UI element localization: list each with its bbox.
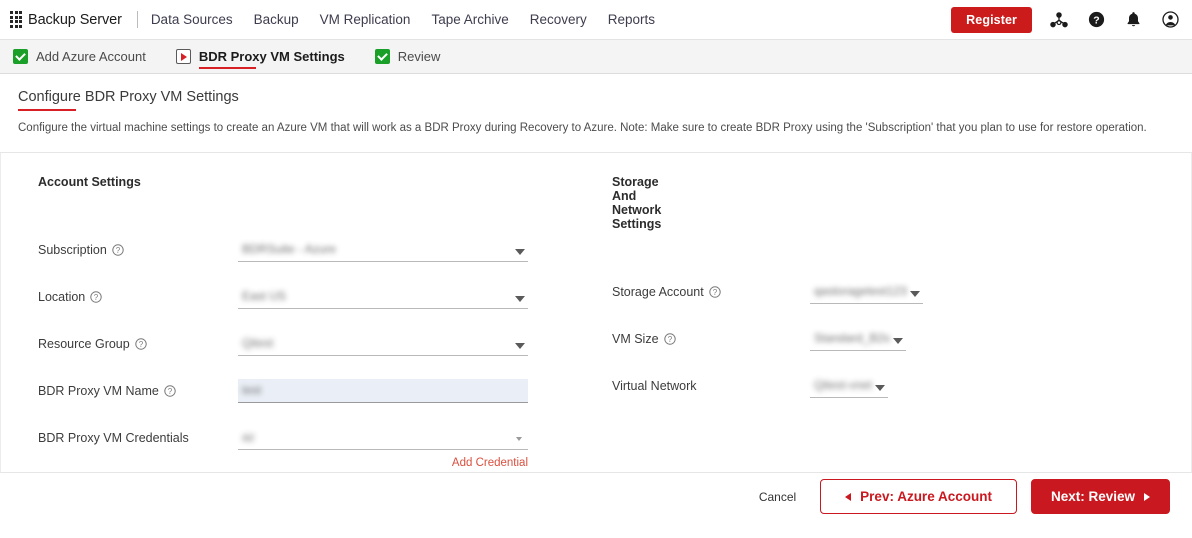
wizard-step-review[interactable]: Review [374, 40, 441, 74]
prev-azure-account-button[interactable]: Prev: Azure Account [820, 479, 1017, 515]
field-value: az [242, 430, 255, 445]
bdr-proxy-vm-credentials-select[interactable]: az [238, 426, 528, 450]
field-value: Standard_B2s [814, 331, 891, 346]
control-line: East US [238, 285, 528, 309]
brand-title: Backup Server [28, 11, 122, 28]
field-label: Storage Account ? [612, 285, 810, 304]
chevron-down-icon[interactable] [515, 342, 525, 349]
wizard-footer: Cancel Prev: Azure Account Next: Review [0, 472, 1192, 521]
nav-links: Data Sources Backup VM Replication Tape … [151, 12, 655, 27]
field-value: East US [242, 289, 287, 304]
bdr-proxy-vm-name-input[interactable]: test [238, 378, 528, 403]
play-triangle-icon [175, 49, 191, 64]
register-button[interactable]: Register [951, 6, 1032, 33]
help-icon[interactable]: ? [1086, 10, 1106, 30]
wizard-step-bar: Add Azure Account BDR Proxy VM Settings … [0, 40, 1192, 74]
wizard-step-label: Review [397, 49, 441, 64]
field-label: VM Size ? [612, 332, 810, 351]
bell-icon[interactable] [1123, 10, 1143, 30]
arrow-left-icon [845, 492, 852, 501]
wizard-step-label: Add Azure Account [36, 49, 146, 64]
users-network-icon[interactable] [1049, 10, 1069, 30]
chevron-down-icon[interactable] [515, 248, 525, 255]
top-navigation-bar: Backup Server Data Sources Backup VM Rep… [0, 0, 1192, 40]
nav-divider [136, 11, 138, 28]
control-line[interactable]: test [238, 378, 528, 403]
field-label-text: Virtual Network [612, 378, 697, 393]
wizard-step-bdr-proxy-vm-settings[interactable]: BDR Proxy VM Settings [175, 40, 345, 74]
nav-item-vm-replication[interactable]: VM Replication [320, 12, 411, 27]
arrow-right-icon [1144, 492, 1150, 501]
chevron-down-icon[interactable] [909, 290, 920, 297]
wizard-step-add-azure-account[interactable]: Add Azure Account [13, 40, 146, 74]
prev-button-label: Prev: Azure Account [860, 489, 992, 505]
app-grid-icon[interactable] [10, 11, 22, 28]
location-select[interactable]: East US [238, 285, 528, 309]
chevron-down-icon[interactable] [515, 295, 525, 302]
check-icon [13, 49, 28, 64]
virtual-network-select[interactable]: Qitest-vnet [810, 374, 889, 398]
chevron-down-icon[interactable] [516, 436, 522, 441]
chevron-down-icon[interactable] [875, 384, 886, 391]
control-line: Standard_B2s [810, 327, 907, 351]
nav-item-backup[interactable]: Backup [254, 12, 299, 27]
next-button-label: Next: Review [1050, 489, 1135, 505]
help-icon[interactable]: ? [663, 332, 676, 345]
field-label: Virtual Network [612, 379, 810, 398]
field-value: BDRSuite - Azure [242, 242, 337, 257]
page-header-card: Configure BDR Proxy VM Settings Configur… [0, 74, 1192, 153]
help-icon[interactable]: ? [709, 285, 721, 298]
page-description: Configure the virtual machine settings t… [18, 122, 1147, 134]
svg-text:?: ? [713, 288, 718, 297]
field-label-text: VM Size [612, 331, 659, 346]
next-review-button[interactable]: Next: Review [1030, 479, 1170, 515]
nav-item-reports[interactable]: Reports [608, 12, 655, 27]
settings-form-card: Account Settings Subscription ? BDRSuite… [0, 152, 1192, 473]
subscription-select[interactable]: BDRSuite - Azure [238, 238, 528, 262]
cancel-button[interactable]: Cancel [749, 482, 806, 512]
page-title: Configure BDR Proxy VM Settings [18, 89, 239, 111]
profile-icon[interactable] [1160, 10, 1180, 30]
nav-item-data-sources[interactable]: Data Sources [151, 12, 233, 27]
wizard-step-label: BDR Proxy VM Settings [198, 49, 345, 64]
resource-group-select[interactable]: Qitest [238, 332, 528, 356]
field-value: qastoragetest123 [814, 284, 907, 299]
chevron-down-icon[interactable] [893, 337, 904, 344]
field-value: Qitest [242, 336, 274, 351]
check-icon [374, 49, 390, 64]
control-line: az [238, 426, 528, 450]
control-line: BDRSuite - Azure [238, 238, 528, 262]
field-value: test [242, 383, 262, 398]
control-line: Qitest [238, 332, 528, 356]
storage-account-select[interactable]: qastoragetest123 [810, 280, 923, 304]
brand-logo[interactable]: Backup Server [10, 11, 122, 28]
nav-item-recovery[interactable]: Recovery [530, 12, 587, 27]
svg-text:?: ? [667, 335, 672, 344]
control-line: qastoragetest123 [810, 280, 923, 304]
nav-item-tape-archive[interactable]: Tape Archive [431, 12, 508, 27]
field-value: Qitest-vnet [814, 378, 873, 393]
vm-size-select[interactable]: Standard_B2s [810, 327, 907, 351]
field-label-text: Storage Account [612, 284, 704, 299]
svg-text:?: ? [1093, 14, 1099, 26]
nav-right-controls: Register ? [951, 6, 1180, 33]
